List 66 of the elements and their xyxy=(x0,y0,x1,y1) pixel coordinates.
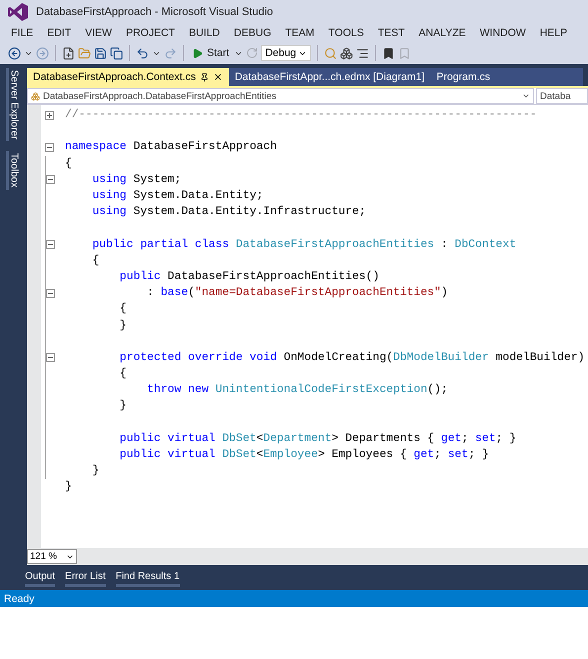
collapse-icon[interactable] xyxy=(46,240,54,250)
undo-icon[interactable] xyxy=(136,46,149,60)
code-line: throw new UnintentionalCodeFirstException(); xyxy=(146,384,448,396)
save-icon[interactable] xyxy=(94,46,107,60)
menu-item[interactable]: HELP xyxy=(532,27,574,39)
menu-item[interactable]: DEBUG xyxy=(226,27,278,39)
code-line: { xyxy=(118,303,127,316)
menu-item[interactable]: TOOLS xyxy=(321,27,371,39)
pin-icon[interactable] xyxy=(200,72,209,82)
code-line: protected override void OnModelCreating(DbModelBuilder modelBuilder) xyxy=(118,352,585,364)
type-dropdown[interactable]: DatabaseFirstApproach.DatabaseFirstApproachEntities xyxy=(27,88,534,104)
expand-icon[interactable] xyxy=(45,110,54,120)
close-icon[interactable] xyxy=(212,72,223,82)
code-line: //------------------------------------------------------------------- xyxy=(65,109,537,122)
back-icon[interactable] xyxy=(8,46,21,60)
panel-tab[interactable]: Error List xyxy=(65,568,106,587)
configuration-dropdown[interactable]: Debug xyxy=(261,45,312,61)
code-line: public virtual DbSet<Employee> Employees { get; set; } xyxy=(118,449,489,462)
code-line: } xyxy=(91,465,100,478)
status-text: Ready xyxy=(4,592,34,604)
new-file-icon[interactable] xyxy=(62,46,75,60)
menu-item[interactable]: BUILD xyxy=(182,27,227,39)
play-icon xyxy=(192,48,203,58)
caret-icon xyxy=(522,92,530,100)
code-line: } xyxy=(118,320,127,332)
code-line: public partial class DatabaseFirstApproachEntities : DbContext xyxy=(91,238,516,251)
side-panel-tab[interactable]: Server Explorer xyxy=(6,68,20,142)
member-dropdown[interactable]: Databa xyxy=(536,88,588,104)
zoom-dropdown[interactable]: 121 % xyxy=(27,549,77,564)
menu-item[interactable]: WINDOW xyxy=(472,27,533,39)
side-panel-tab[interactable]: Toolbox xyxy=(6,151,20,190)
logo-icon xyxy=(8,3,28,21)
menu-item[interactable]: EDIT xyxy=(40,27,78,39)
start-button[interactable]: Start xyxy=(190,47,232,59)
code-line: { xyxy=(118,368,127,380)
code-line: } xyxy=(118,400,127,412)
document-tab[interactable]: Program.cs xyxy=(430,68,582,86)
menu-item[interactable]: PROJECT xyxy=(118,27,182,39)
document-tab[interactable]: DatabaseFirstApproach.Context.cs xyxy=(27,68,229,86)
menu-item[interactable]: ANALYZE xyxy=(412,27,473,39)
code-line: using System.Data.Entity; xyxy=(91,190,264,202)
code-line: { xyxy=(91,254,100,267)
align-icon[interactable] xyxy=(356,46,370,60)
code-line: using System; xyxy=(91,174,182,186)
class-icon xyxy=(31,92,40,100)
collapse-icon[interactable] xyxy=(46,353,54,362)
code-line: { xyxy=(65,158,72,170)
save-all-icon[interactable] xyxy=(110,46,123,60)
menu-item[interactable]: FILE xyxy=(4,27,40,39)
code-line: namespace DatabaseFirstApproach xyxy=(65,141,277,154)
menu-item[interactable]: TEAM xyxy=(278,27,322,39)
menu-item[interactable]: TEST xyxy=(370,27,412,39)
panel-tab[interactable]: Find Results 1 xyxy=(116,568,180,587)
collapse-icon[interactable] xyxy=(46,175,54,184)
panel-tab[interactable]: Output xyxy=(25,568,56,587)
collapse-icon[interactable] xyxy=(45,142,54,152)
window-title: DatabaseFirstApproach - Microsoft Visual Studio xyxy=(36,6,274,18)
collapse-icon[interactable] xyxy=(46,288,54,298)
code-line: public virtual DbSet<Department> Departments { get; set; } xyxy=(118,432,516,445)
document-tab[interactable]: DatabaseFirstAppr...ch.edmx [Diagram1] xyxy=(228,68,430,86)
menu-item[interactable]: VIEW xyxy=(78,27,119,39)
code-line: : base("name=DatabaseFirstApproachEntities") xyxy=(146,287,448,300)
code-line: public DatabaseFirstApproachEntities() xyxy=(118,270,380,283)
code-line: } xyxy=(65,481,72,494)
bookmark-icon[interactable] xyxy=(382,46,396,60)
code-line: using System.Data.Entity.Infrastructure; xyxy=(91,206,366,218)
